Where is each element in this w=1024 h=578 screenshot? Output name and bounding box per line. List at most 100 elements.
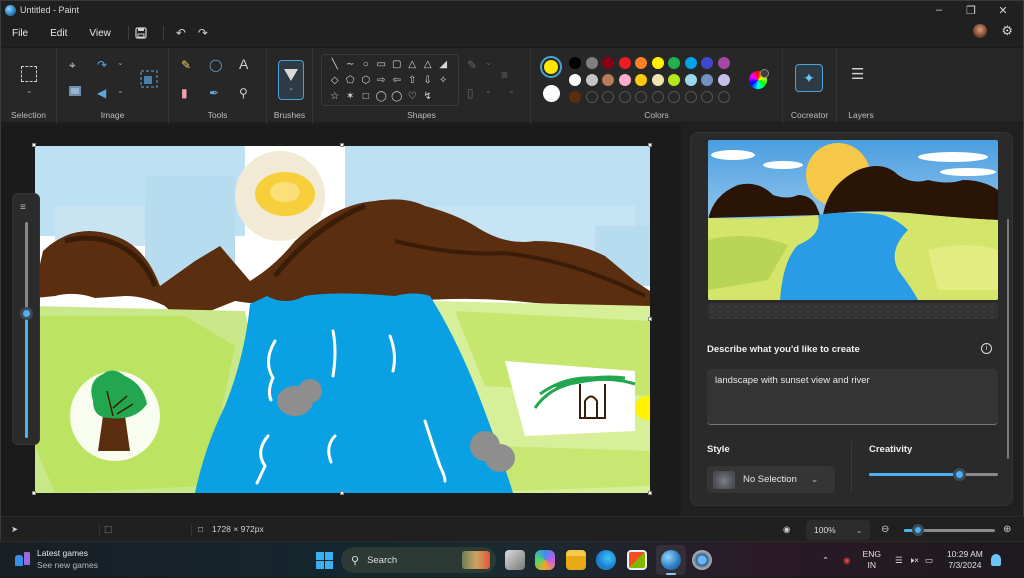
shape-triangle-icon[interactable]: △ <box>420 57 436 73</box>
edge-browser-icon[interactable] <box>596 550 616 570</box>
primary-color-swatch[interactable] <box>540 56 562 78</box>
chevron-down-icon[interactable]: ⌄ <box>485 86 492 95</box>
chevron-down-icon[interactable]: ⌄ <box>485 58 492 67</box>
cocreator-button[interactable]: ✦ <box>795 64 823 92</box>
canvas-resize-handle[interactable] <box>648 143 652 147</box>
shape-star-six-icon[interactable]: ✶ <box>343 89 359 105</box>
color-swatch[interactable] <box>569 74 581 86</box>
chevron-down-icon[interactable]: ⌄ <box>26 86 33 95</box>
outline-icon[interactable]: ✎ <box>467 58 477 72</box>
custom-color-slot[interactable] <box>618 91 631 103</box>
shape-hexagon-icon[interactable]: ⬡ <box>358 73 374 89</box>
color-swatch[interactable] <box>684 57 697 69</box>
settings-gear-icon[interactable]: ⚙ <box>1001 23 1013 39</box>
canvas-resize-handle[interactable] <box>32 491 36 495</box>
pencil-icon[interactable]: ✎ <box>181 58 191 72</box>
custom-color-slot[interactable] <box>684 91 697 103</box>
menu-edit[interactable]: Edit <box>39 28 78 39</box>
resize-icon[interactable]: ↷ <box>97 58 107 72</box>
generated-image-preview[interactable] <box>708 140 998 300</box>
color-picker-icon[interactable]: ✒ <box>209 86 219 100</box>
color-swatch[interactable] <box>701 57 713 69</box>
stroke-size-icon[interactable]: ≡ <box>501 68 508 82</box>
shape-callout-rect-icon[interactable]: □ <box>358 89 374 105</box>
shape-arrow-right-icon[interactable]: ⇨ <box>374 73 390 89</box>
shape-lightning-icon[interactable]: ↯ <box>420 89 436 105</box>
chevron-down-icon[interactable]: ⌄ <box>508 86 515 95</box>
color-swatch[interactable] <box>651 57 664 69</box>
shape-rectangle-icon[interactable]: ▭ <box>374 57 390 73</box>
panel-scrollbar[interactable] <box>1007 219 1009 459</box>
taskbar-search[interactable]: ⚲ Search <box>341 547 496 573</box>
custom-color-slot[interactable] <box>635 91 647 103</box>
eraser-icon[interactable]: ▮ <box>181 86 188 100</box>
zoom-slider-thumb[interactable] <box>911 524 924 536</box>
brush-size-thumb[interactable] <box>20 306 33 320</box>
account-avatar[interactable] <box>973 24 988 38</box>
edit-colors-wheel-icon[interactable] <box>749 69 769 89</box>
image-resize-dashed-icon[interactable] <box>140 70 158 88</box>
color-swatch[interactable] <box>717 74 730 86</box>
custom-color-slot[interactable] <box>717 91 730 103</box>
brush-size-slider[interactable]: ≡ <box>12 193 40 445</box>
color-swatch[interactable] <box>684 74 697 86</box>
canvas-resize-handle[interactable] <box>340 491 344 495</box>
restore-button[interactable]: ❐ <box>955 1 987 19</box>
text-icon[interactable]: A <box>239 57 248 71</box>
canvas-resize-handle[interactable] <box>32 143 36 147</box>
color-swatch[interactable] <box>569 57 581 69</box>
security-alert-icon[interactable]: ◉ <box>843 555 850 566</box>
shape-line-icon[interactable]: ╲ <box>327 57 343 73</box>
drawing-canvas[interactable] <box>35 146 650 493</box>
creativity-slider-thumb[interactable] <box>953 468 967 481</box>
canvas-resize-handle[interactable] <box>340 143 344 147</box>
rotate-icon[interactable]: ◀ <box>97 86 106 100</box>
selection-rectangle-icon[interactable] <box>21 66 37 82</box>
color-swatch[interactable] <box>602 57 614 69</box>
custom-color-slot[interactable] <box>602 91 614 103</box>
microsoft-store-icon[interactable] <box>627 550 647 570</box>
brushes-button[interactable]: ⌄ <box>278 60 304 100</box>
task-view-icon[interactable] <box>505 550 525 570</box>
notification-bell-icon[interactable] <box>990 554 1001 566</box>
layers-icon[interactable]: ☰ <box>851 67 864 82</box>
zoom-in-icon[interactable]: ⊕ <box>1003 524 1011 535</box>
shape-arrow-left-icon[interactable]: ⇦ <box>389 73 405 89</box>
shape-heart-icon[interactable]: ♡ <box>405 89 421 105</box>
wifi-icon[interactable]: ☰ <box>895 555 903 566</box>
fill-bucket-icon[interactable]: ◯ <box>209 58 222 72</box>
color-swatch[interactable] <box>717 57 730 69</box>
shape-pentagon-icon[interactable]: ⬠ <box>343 73 359 89</box>
shape-arrow-down-icon[interactable]: ⇩ <box>420 73 436 89</box>
start-button[interactable] <box>316 552 333 569</box>
color-swatch[interactable] <box>569 91 581 103</box>
color-swatch[interactable] <box>668 57 680 69</box>
fill-icon[interactable]: ▯ <box>467 86 474 100</box>
minimize-button[interactable]: – <box>923 1 955 19</box>
custom-color-slot[interactable] <box>651 91 664 103</box>
color-swatch[interactable] <box>602 74 614 86</box>
image-background-icon[interactable] <box>69 86 81 96</box>
shape-right-triangle-icon[interactable]: ◢ <box>436 57 452 73</box>
color-swatch[interactable] <box>618 74 631 86</box>
chevron-down-icon[interactable]: ⌄ <box>117 58 124 67</box>
shape-arrow-up-icon[interactable]: ⇧ <box>405 73 421 89</box>
shape-polygon-icon[interactable]: △ <box>405 57 421 73</box>
redo-icon[interactable]: ↷ <box>192 26 214 40</box>
chevron-down-icon[interactable]: ⌄ <box>117 86 124 95</box>
shape-star-five-icon[interactable]: ☆ <box>327 89 343 105</box>
shape-diamond-icon[interactable]: ◇ <box>327 73 343 89</box>
custom-color-slot[interactable] <box>668 91 680 103</box>
color-swatch[interactable] <box>635 74 647 86</box>
menu-view[interactable]: View <box>78 28 122 39</box>
settings-app-icon[interactable] <box>692 550 712 570</box>
style-dropdown[interactable]: No Selection ⌄ <box>707 466 835 493</box>
color-swatch[interactable] <box>701 74 713 86</box>
copilot-icon[interactable] <box>535 550 555 570</box>
crop-icon[interactable]: ⌖ <box>69 58 76 72</box>
shape-oval-icon[interactable]: ○ <box>358 57 374 73</box>
color-swatch[interactable] <box>618 57 631 69</box>
paint-taskbar-icon[interactable] <box>661 550 681 570</box>
shape-rounded-rectangle-icon[interactable]: ▢ <box>389 57 405 73</box>
magnifier-icon[interactable]: ⚲ <box>239 86 248 100</box>
